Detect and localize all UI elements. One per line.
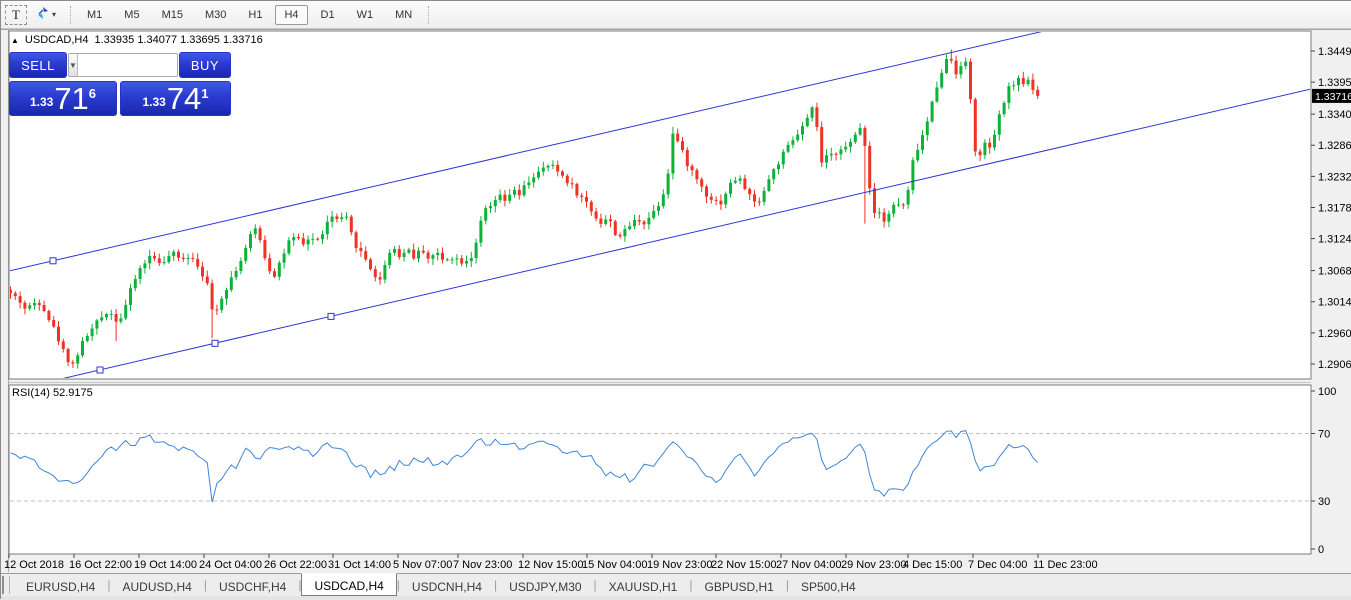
rsi-axis-label: 100 xyxy=(1318,386,1336,398)
sell-price-prefix: 1.33 xyxy=(30,95,53,109)
buy-button-label: BUY xyxy=(191,58,219,73)
rsi-axis-label: 0 xyxy=(1318,544,1324,556)
tab-usdcnh-h4[interactable]: USDCNH,H4 xyxy=(400,574,494,596)
sell-button-label: SELL xyxy=(21,58,55,73)
chart-symbol-label: USDCAD,H4 xyxy=(25,34,89,46)
rsi-pane[interactable] xyxy=(9,385,1311,554)
chart-window: 1.34495 1.33955 1.33400 1.32860 1.32320 1.317… xyxy=(1,29,1351,573)
chevron-down-icon: ▾ xyxy=(52,10,56,19)
collapse-panel-icon[interactable]: ▲ xyxy=(11,36,19,45)
tab-eurusd-h4[interactable]: EURUSD,H4 xyxy=(14,574,107,596)
sell-price-big: 71 xyxy=(54,86,88,112)
price-axis-label: 1.33400 xyxy=(1318,109,1351,121)
price-axis-label: 1.34495 xyxy=(1318,46,1351,58)
time-axis-label: 29 Nov 23:00 xyxy=(841,559,906,571)
rsi-axis-label: 30 xyxy=(1318,496,1330,508)
price-axis: 1.34495 1.33955 1.33400 1.32860 1.32320 1.317… xyxy=(1311,46,1351,556)
spinner-down-icon: ▼ xyxy=(69,61,77,70)
price-axis-label: 1.31780 xyxy=(1318,203,1351,215)
text-tool-label: T xyxy=(12,7,20,23)
time-axis-label: 7 Nov 23:00 xyxy=(453,559,512,571)
top-toolbar: T ▾ M1M5M15M30H1H4D1W1MN xyxy=(1,1,1351,29)
timeframe-button-m30[interactable]: M30 xyxy=(196,5,235,25)
timeframe-group: M1M5M15M30H1H4D1W1MN xyxy=(78,5,421,25)
chart-tabs-bar: EURUSD,H4|AUDUSD,H4|USDCHF,H4|USDCAD,H4|… xyxy=(1,573,1351,596)
time-axis-label: 15 Nov 04:00 xyxy=(582,559,647,571)
buy-button[interactable]: BUY xyxy=(179,52,231,78)
buy-price-pip: 1 xyxy=(201,86,208,101)
status-strip xyxy=(1,596,1351,600)
time-axis-label: 19 Oct 14:00 xyxy=(134,559,197,571)
price-axis-label: 1.30145 xyxy=(1318,297,1351,309)
volume-input[interactable] xyxy=(78,54,178,76)
mt4-terminal: { "toolbar": { "text_tool_label": "T", "… xyxy=(0,0,1351,599)
price-axis-label: 1.32320 xyxy=(1318,171,1351,183)
buy-price-prefix: 1.33 xyxy=(142,95,165,109)
buy-price-box[interactable]: 1.33 74 1 xyxy=(120,81,231,116)
arrows-icon xyxy=(36,6,50,23)
volume-decrease-button[interactable]: ▼ xyxy=(69,54,78,76)
price-axis-label: 1.33955 xyxy=(1318,77,1351,89)
time-axis: 12 Oct 2018 16 Oct 22:0019 Oct 14:0024 Oc… xyxy=(4,554,1098,571)
price-axis-label: 1.30685 xyxy=(1318,266,1351,278)
timeframe-button-d1[interactable]: D1 xyxy=(312,5,344,25)
time-axis-label: 5 Nov 07:00 xyxy=(393,559,452,571)
timeframe-button-m1[interactable]: M1 xyxy=(78,5,111,25)
time-axis-label: 12 Oct 2018 xyxy=(4,559,64,571)
tab-usdjpy-m30[interactable]: USDJPY,M30 xyxy=(497,574,593,596)
time-axis-label: 27 Nov 04:00 xyxy=(776,559,841,571)
time-axis-label: 7 Dec 04:00 xyxy=(968,559,1027,571)
text-tool-button[interactable]: T xyxy=(5,5,27,25)
time-axis-label: 24 Oct 04:00 xyxy=(199,559,262,571)
timeframe-button-mn[interactable]: MN xyxy=(386,5,421,25)
tab-scroller[interactable] xyxy=(2,576,10,594)
time-axis-label: 11 Dec 23:00 xyxy=(1033,559,1098,571)
tab-sp500-h4[interactable]: SP500,H4 xyxy=(789,574,868,596)
rsi-indicator-label: RSI(14) 52.9175 xyxy=(12,387,93,399)
price-axis-label: 1.29065 xyxy=(1318,359,1351,371)
chart-ohlc-header: ▲ USDCAD,H4 1.33935 1.34077 1.33695 1.33… xyxy=(11,34,263,46)
channel-handle[interactable] xyxy=(97,367,103,373)
volume-stepper: ▼ ▲ xyxy=(68,53,178,77)
channel-handle[interactable] xyxy=(328,313,334,319)
sell-button[interactable]: SELL xyxy=(9,52,67,78)
channel-handle[interactable] xyxy=(50,258,56,264)
sell-price-box[interactable]: 1.33 71 6 xyxy=(9,81,117,116)
timeframe-button-m5[interactable]: M5 xyxy=(115,5,148,25)
time-axis-label: 4 Dec 15:00 xyxy=(903,559,962,571)
time-axis-label: 31 Oct 14:00 xyxy=(328,559,391,571)
buy-price-big: 74 xyxy=(167,86,201,112)
tab-usdcad-h4[interactable]: USDCAD,H4 xyxy=(301,573,396,596)
current-price-tag-label: 1.33716 xyxy=(1315,91,1351,103)
tabs-container: EURUSD,H4|AUDUSD,H4|USDCHF,H4|USDCAD,H4|… xyxy=(14,574,868,596)
timeframe-button-h4[interactable]: H4 xyxy=(275,5,307,25)
timeframe-button-w1[interactable]: W1 xyxy=(348,5,383,25)
price-axis-label: 1.31240 xyxy=(1318,234,1351,246)
timeframe-button-h1[interactable]: H1 xyxy=(239,5,271,25)
time-axis-label: 12 Nov 15:00 xyxy=(518,559,583,571)
toolbar-separator xyxy=(70,6,71,24)
price-axis-label: 1.29605 xyxy=(1318,328,1351,340)
tab-xauusd-h1[interactable]: XAUUSD,H1 xyxy=(597,574,690,596)
tab-usdchf-h4[interactable]: USDCHF,H4 xyxy=(207,574,298,596)
time-axis-label: 22 Nov 15:00 xyxy=(711,559,776,571)
channel-handle[interactable] xyxy=(212,340,218,346)
time-axis-label: 19 Nov 23:00 xyxy=(647,559,712,571)
rsi-axis-label: 70 xyxy=(1318,429,1330,441)
time-axis-label: 16 Oct 22:00 xyxy=(69,559,132,571)
toolbar-separator xyxy=(428,6,429,24)
chart-ohlc-values: 1.33935 1.34077 1.33695 1.33716 xyxy=(95,34,263,46)
time-axis-label: 26 Oct 22:00 xyxy=(264,559,327,571)
tab-gbpusd-h1[interactable]: GBPUSD,H1 xyxy=(692,574,785,596)
timeframe-button-m15[interactable]: M15 xyxy=(153,5,192,25)
tab-audusd-h4[interactable]: AUDUSD,H4 xyxy=(110,574,203,596)
price-axis-label: 1.32860 xyxy=(1318,140,1351,152)
sell-price-pip: 6 xyxy=(89,86,96,101)
one-click-trading-panel: SELL ▼ ▲ BUY 1.33 71 6 1.33 74 1 xyxy=(9,52,231,116)
objects-tool-button[interactable]: ▾ xyxy=(29,5,63,25)
